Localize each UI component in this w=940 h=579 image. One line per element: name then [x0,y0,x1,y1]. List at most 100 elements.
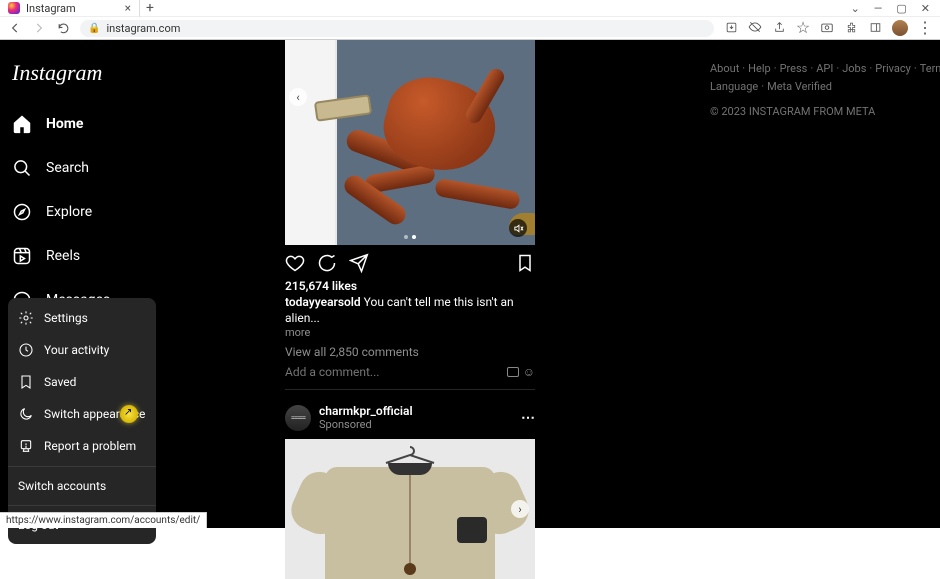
activity-icon [18,342,34,358]
save-button[interactable] [515,253,535,273]
minimize-icon[interactable]: — [874,2,883,15]
footer-link[interactable]: API [816,62,833,75]
add-comment-row: ☺ [285,361,535,389]
maximize-icon[interactable]: ▢ [896,2,906,15]
sidebar-item-label: Search [46,160,89,176]
reels-icon [12,246,32,266]
carousel-dots [404,235,416,239]
carousel-prev-button[interactable]: ‹ [289,88,307,106]
install-icon[interactable] [724,20,738,34]
lock-icon: 🔒 [88,23,100,34]
footer-link[interactable]: Jobs [842,62,866,75]
moon-icon [18,406,34,422]
post-actions [285,245,535,277]
more-menu: Settings Your activity Saved Switch appe… [8,298,156,544]
caption-more[interactable]: more [285,326,535,339]
caption-username[interactable]: todayyearsold [285,295,361,309]
share-icon[interactable] [772,20,786,34]
mute-icon[interactable] [509,219,527,237]
camera-icon[interactable] [820,20,834,34]
menu-item-label: Saved [44,375,76,389]
post-username[interactable]: charmkpr_official [319,404,413,418]
report-icon [18,438,34,454]
more-menu-report[interactable]: Report a problem [8,430,156,462]
footer-links: About·Help·Press·API·Jobs·Privacy·Terms·… [710,60,920,95]
share-button[interactable] [349,253,369,273]
bookmark-icon [18,374,34,390]
extension-icon[interactable] [844,20,858,34]
copyright: © 2023 INSTAGRAM FROM META [710,105,920,118]
address-bar[interactable]: 🔒 instagram.com [80,20,714,37]
feed-inner: ‹ 215,674 likes todayyearsold You can't … [285,40,535,528]
post-media[interactable]: › [285,439,535,579]
post-header: charmkpr_official Sponsored ⋯ [285,389,535,439]
footer-link[interactable]: About [710,62,739,75]
search-icon [12,158,32,178]
app-root: Instagram Home Search Explore Reels Mess… [0,40,940,528]
footer-link[interactable]: Language [710,80,758,93]
carousel-next-button[interactable]: › [511,500,529,518]
menu-item-label: Settings [44,311,88,325]
close-window-icon[interactable]: ✕ [921,2,930,15]
more-menu-switch-accounts[interactable]: Switch accounts [8,471,156,501]
sidebar-item-reels[interactable]: Reels [4,238,136,274]
tab-title: Instagram [26,2,76,15]
logo[interactable]: Instagram [0,50,140,106]
comment-button[interactable] [317,253,337,273]
bookmark-star-icon[interactable]: ☆ [796,20,810,34]
home-icon [12,114,32,134]
gear-icon [18,310,34,326]
chevron-down-icon[interactable]: ⌄ [851,2,860,15]
tab-favicon [8,2,20,14]
browser-toolbar: 🔒 instagram.com ☆ ⋮ [0,17,940,40]
more-menu-saved[interactable]: Saved [8,366,156,398]
comment-trailing-icons: ☺ [507,365,535,379]
view-comments-link[interactable]: View all 2,850 comments [285,339,535,361]
sidebar-item-label: Explore [46,204,92,220]
sidebar-item-label: Home [46,116,83,132]
post-media[interactable]: ‹ [285,40,535,245]
post-avatar[interactable] [285,405,311,431]
sidebar-item-explore[interactable]: Explore [4,194,136,230]
sidebar-item-home[interactable]: Home [4,106,136,142]
hanger-illustration [380,445,440,465]
footer-link[interactable]: Press [780,62,808,75]
gif-icon[interactable] [507,367,519,377]
kebab-menu-icon[interactable]: ⋮ [918,20,932,34]
post-sponsored-label: Sponsored [319,418,413,431]
back-button[interactable] [8,21,22,35]
sidebar-item-search[interactable]: Search [4,150,136,186]
like-button[interactable] [285,253,305,273]
eye-off-icon[interactable] [748,20,762,34]
footer-link[interactable]: Privacy [875,62,911,75]
menu-item-label: Switch accounts [18,479,106,493]
add-comment-input[interactable] [285,365,507,379]
more-menu-switch-appearance[interactable]: Switch appearance [8,398,156,430]
side-panel-icon[interactable] [868,20,882,34]
menu-item-label: Report a problem [44,439,136,453]
footer-link[interactable]: Terms [920,62,940,75]
menu-separator [8,466,156,467]
url-text: instagram.com [106,22,180,35]
footer-link[interactable]: Meta Verified [767,80,832,93]
browser-status-bar: https://www.instagram.com/accounts/edit/ [0,512,207,528]
profile-avatar[interactable] [892,20,908,36]
close-tab-icon[interactable]: × [125,1,131,15]
toolbar-icons: ☆ ⋮ [724,20,932,36]
footer-link[interactable]: Help [748,62,771,75]
more-menu-activity[interactable]: Your activity [8,334,156,366]
sidebar-nav: Home Search Explore Reels Messages [0,106,140,318]
more-menu-settings[interactable]: Settings [8,302,156,334]
compass-icon [12,202,32,222]
post-options-button[interactable]: ⋯ [521,410,535,426]
menu-separator [8,505,156,506]
browser-tab-strip: Instagram × + ⌄ — ▢ ✕ [0,0,940,17]
reload-button[interactable] [56,21,70,35]
new-tab-button[interactable]: + [146,2,158,14]
menu-item-label: Your activity [44,343,109,357]
browser-tab[interactable]: Instagram × [0,0,140,17]
feed: ‹ 215,674 likes todayyearsold You can't … [140,40,680,528]
likes-count[interactable]: 215,674 likes [285,277,535,295]
forward-button[interactable] [32,21,46,35]
emoji-icon[interactable]: ☺ [523,365,535,379]
